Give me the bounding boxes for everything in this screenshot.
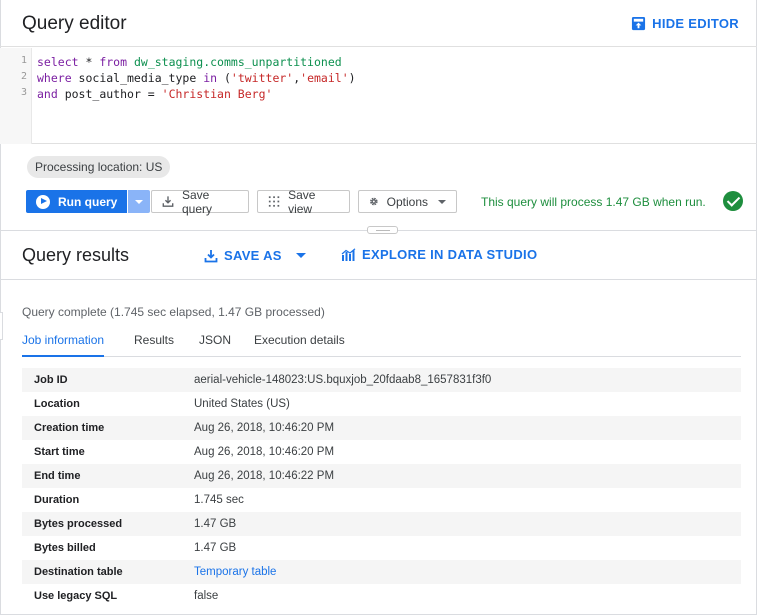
options-dropdown-button[interactable]: Options — [358, 190, 457, 213]
job-info-key: Bytes processed — [34, 518, 123, 530]
job-info-key: Job ID — [34, 374, 68, 386]
line-number-gutter: 1 2 3 — [0, 48, 32, 144]
sql-text: ) — [348, 71, 356, 85]
tab-execution-details[interactable]: Execution details — [254, 333, 345, 357]
hide-editor-label: HIDE EDITOR — [652, 16, 739, 31]
explore-data-studio-button[interactable]: EXPLORE IN DATA STUDIO — [341, 247, 537, 262]
hide-editor-icon — [632, 16, 646, 31]
job-info-key: Creation time — [34, 422, 105, 434]
job-info-key: Use legacy SQL — [34, 590, 118, 602]
save-view-label: Save view — [288, 187, 316, 216]
resize-handle[interactable] — [367, 226, 398, 234]
job-info-key: Location — [34, 398, 80, 410]
sql-string: 'email' — [300, 71, 349, 85]
sql-keyword: in — [203, 71, 218, 85]
table-row: Destination table Temporary table — [22, 560, 741, 584]
validator-message: This query will process 1.47 GB when run… — [481, 195, 706, 209]
code-line-3: and post_author = 'Christian Berg' — [37, 86, 356, 102]
query-complete-message: Query complete (1.745 sec elapsed, 1.47 … — [22, 305, 325, 319]
play-icon — [36, 194, 50, 209]
gear-icon — [370, 197, 378, 206]
job-info-value: Aug 26, 2018, 10:46:20 PM — [194, 446, 335, 458]
save-query-label: Save query — [182, 187, 213, 216]
table-row: Start time Aug 26, 2018, 10:46:20 PM — [22, 440, 741, 464]
job-info-value: aerial-vehicle-148023:US.bquxjob_20fdaab… — [194, 374, 492, 386]
side-panel-toggle[interactable] — [0, 312, 3, 340]
save-view-button[interactable]: Save view — [257, 187, 350, 216]
sql-table-name: dw_staging.comms_unpartitioned — [133, 55, 342, 69]
sql-keyword: where — [37, 71, 72, 85]
job-info-value: false — [194, 590, 219, 602]
sql-text: * — [78, 55, 100, 69]
job-info-key: Start time — [34, 446, 85, 458]
save-as-download-icon — [204, 249, 218, 262]
table-row: End time Aug 26, 2018, 10:46:22 PM — [22, 464, 741, 488]
run-query-label: Run query — [58, 194, 118, 209]
run-query-split-button: Run query — [26, 190, 151, 213]
tab-job-information[interactable]: Job information — [22, 333, 105, 357]
line-number: 3 — [20, 87, 27, 98]
sql-text: ( — [217, 71, 231, 85]
bar-chart-icon — [341, 247, 356, 261]
explore-label: EXPLORE IN DATA STUDIO — [362, 247, 538, 262]
sql-code-editor[interactable]: 1 2 3 select * from dw_staging.comms_unp… — [0, 48, 757, 144]
sql-keyword: and — [37, 87, 58, 101]
job-info-value: Aug 26, 2018, 10:46:22 PM — [194, 470, 335, 482]
job-info-value: 1.47 GB — [194, 518, 237, 530]
job-info-key: End time — [34, 470, 81, 482]
code-line-1: select * from dw_staging.comms_unpartiti… — [37, 54, 356, 70]
editor-header: Query editor HIDE EDITOR — [0, 0, 757, 47]
run-query-button[interactable]: Run query — [26, 190, 128, 213]
sql-string: 'twitter' — [230, 71, 294, 85]
save-query-button[interactable]: Save query — [151, 187, 249, 216]
job-info-key: Destination table — [34, 566, 123, 578]
sql-text: post_author = — [57, 87, 162, 101]
line-number: 1 — [20, 55, 27, 66]
sql-code[interactable]: select * from dw_staging.comms_unpartiti… — [37, 54, 356, 102]
job-info-key: Bytes billed — [34, 542, 96, 554]
table-row: Use legacy SQL false — [22, 584, 741, 608]
table-row: Duration 1.745 sec — [22, 488, 741, 512]
tab-results[interactable]: Results — [134, 333, 174, 357]
sql-keyword: select — [37, 55, 79, 69]
save-as-button[interactable]: SAVE AS — [204, 248, 306, 263]
check-circle-icon — [723, 191, 743, 211]
line-number: 2 — [20, 71, 27, 82]
hide-editor-button[interactable]: HIDE EDITOR — [631, 16, 739, 31]
tab-json[interactable]: JSON — [199, 333, 231, 357]
run-query-dropdown-button[interactable] — [127, 190, 151, 213]
save-as-label: SAVE AS — [224, 248, 282, 263]
chevron-down-icon — [438, 199, 446, 204]
temporary-table-link[interactable]: Temporary table — [194, 566, 276, 578]
table-row: Creation time Aug 26, 2018, 10:46:20 PM — [22, 416, 741, 440]
grid-icon — [268, 196, 280, 207]
job-info-value: 1.745 sec — [194, 494, 244, 506]
sql-string: 'Christian Berg' — [161, 87, 273, 101]
job-info-value: 1.47 GB — [194, 542, 237, 554]
chevron-down-icon — [295, 253, 306, 258]
results-separator — [0, 279, 757, 280]
table-row: Job ID aerial-vehicle-148023:US.bquxjob_… — [22, 368, 741, 392]
options-label: Options — [386, 194, 428, 209]
download-icon — [162, 196, 174, 207]
code-line-2: where social_media_type in ('twitter','e… — [37, 70, 356, 86]
job-information-table: Job ID aerial-vehicle-148023:US.bquxjob_… — [22, 368, 741, 608]
table-row: Location United States (US) — [22, 392, 741, 416]
table-row: Bytes billed 1.47 GB — [22, 536, 741, 560]
job-info-value: United States (US) — [194, 398, 290, 410]
results-title: Query results — [22, 245, 130, 265]
sql-text: social_media_type — [71, 71, 204, 85]
editor-title: Query editor — [22, 13, 127, 34]
job-info-key: Duration — [34, 494, 80, 506]
table-row: Bytes processed 1.47 GB — [22, 512, 741, 536]
results-tabs: Job information Results JSON Execution d… — [22, 333, 741, 357]
job-info-value: Aug 26, 2018, 10:46:20 PM — [194, 422, 335, 434]
sql-keyword: from — [99, 55, 128, 69]
processing-location-chip[interactable]: Processing location: US — [27, 156, 171, 178]
